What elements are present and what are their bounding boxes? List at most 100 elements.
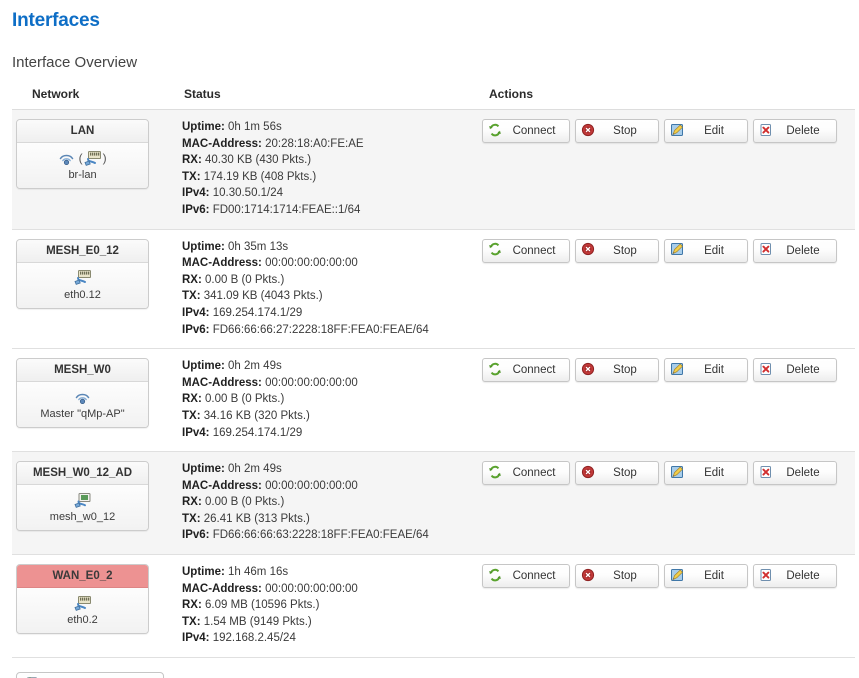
status-rx-value: 0.00 B (0 Pkts.) [205, 273, 285, 286]
status-ipv6-value: FD66:66:66:63:2228:18FF:FEA0:FEAE/64 [212, 529, 429, 542]
delete-button[interactable]: Delete [753, 238, 837, 263]
connect-label: Connect [512, 125, 556, 137]
pencil-icon [670, 465, 684, 482]
status-uptime-value: 0h 2m 49s [228, 360, 282, 373]
interface-device: Master "qMp-AP" [17, 382, 148, 428]
status-ipv6-label: IPv6: [182, 323, 210, 336]
edit-button[interactable]: Edit [664, 119, 748, 143]
status-uptime-label: Uptime: [182, 566, 225, 579]
pencil-icon [670, 123, 684, 140]
stop-button[interactable]: Stop [575, 238, 659, 263]
stop-button[interactable]: Stop [575, 358, 659, 383]
interface-name: MESH_W0_12_AD [17, 462, 148, 486]
status-rx-label: RX: [182, 599, 202, 612]
delete-button[interactable]: Delete [753, 564, 837, 589]
cell-status: Uptime: 0h 2m 49s MAC-Address: 00:00:00:0… [178, 349, 478, 452]
status-rx-value: 0.00 B (0 Pkts.) [205, 393, 285, 406]
table-row: WAN_E0_2 eth0.2 Uptime: 1h 46m 16s MAC-Addr… [12, 554, 855, 658]
status-mac: MAC-Address: 20:28:18:A0:FE:AE [182, 136, 474, 153]
status-rx: RX: 0.00 B (0 Pkts.) [182, 494, 474, 511]
edit-button[interactable]: Edit [664, 564, 748, 589]
pencil-icon [670, 362, 684, 379]
status-ipv6: IPv6: FD66:66:66:63:2228:18FF:FEA0:FEAE/… [182, 527, 474, 544]
status-mac-value: 00:00:00:00:00:00 [265, 479, 358, 492]
refresh-icon [488, 568, 502, 585]
stop-button[interactable]: Stop [575, 461, 659, 486]
delete-label: Delete [786, 125, 820, 137]
edit-button[interactable]: Edit [664, 461, 748, 486]
edit-label: Edit [704, 570, 724, 583]
status-rx-label: RX: [182, 154, 202, 167]
connect-button[interactable]: Connect [482, 119, 570, 143]
status-ipv4-value: 192.168.2.45/24 [212, 632, 296, 645]
icon-parenthesis: ) [102, 151, 107, 165]
interface-box[interactable]: MESH_E0_12 eth0.12 [16, 238, 149, 309]
status-tx-label: TX: [182, 615, 201, 628]
interface-box[interactable]: WAN_E0_2 eth0.2 [16, 564, 149, 635]
delete-button[interactable]: Delete [753, 461, 837, 486]
ethernet-icon [83, 150, 103, 166]
edit-label: Edit [704, 467, 724, 480]
interface-device-label: eth0.12 [64, 288, 101, 301]
cell-network: MESH_W0 Master "qMp-AP" [12, 349, 178, 452]
status-mac: MAC-Address: 00:00:00:00:00:00 [182, 478, 474, 495]
interface-name: WAN_E0_2 [17, 565, 148, 589]
table-body: LAN () br-lan Uptime: 0h 1m 56s MAC-Address… [12, 109, 855, 658]
action-button-row: Connect Stop Edit Delete [482, 564, 851, 589]
status-ipv4-label: IPv4: [182, 306, 210, 319]
connect-button[interactable]: Connect [482, 461, 570, 486]
status-tx-label: TX: [182, 290, 201, 303]
connect-label: Connect [512, 467, 556, 480]
refresh-icon [488, 362, 502, 379]
cell-actions: Connect Stop Edit Delete [478, 555, 855, 658]
add-new-interface-button[interactable]: Add new interface... [16, 672, 165, 678]
edit-label: Edit [704, 364, 724, 377]
table-row: LAN () br-lan Uptime: 0h 1m 56s MAC-Address… [12, 109, 855, 230]
status-tx-value: 341.09 KB (4043 Pkts.) [203, 290, 323, 303]
connect-button[interactable]: Connect [482, 358, 570, 383]
delete-icon [759, 465, 773, 482]
status-ipv4-label: IPv4: [182, 426, 210, 439]
status-rx-label: RX: [182, 496, 202, 509]
table-row: MESH_E0_12 eth0.12 Uptime: 0h 35m 13s MAC-A… [12, 229, 855, 349]
refresh-icon [488, 123, 502, 140]
icon-parenthesis: ( [75, 151, 83, 165]
delete-label: Delete [786, 467, 820, 480]
cell-status: Uptime: 0h 35m 13s MAC-Address: 00:00:00:… [178, 229, 478, 349]
status-mac-label: MAC-Address: [182, 376, 262, 389]
interface-box[interactable]: LAN () br-lan [16, 119, 149, 189]
cell-actions: Connect Stop Edit Delete [478, 229, 855, 349]
connect-label: Connect [512, 244, 556, 257]
ethernet-icon [73, 595, 93, 611]
pencil-icon [670, 568, 684, 585]
interface-box[interactable]: MESH_W0_12_AD mesh_w0_12 [16, 461, 149, 532]
delete-icon [759, 568, 773, 585]
interface-device: () br-lan [17, 143, 148, 188]
interface-device-label: br-lan [68, 169, 97, 181]
stop-button[interactable]: Stop [575, 119, 659, 143]
stop-icon [581, 568, 595, 585]
status-rx: RX: 0.00 B (0 Pkts.) [182, 391, 474, 408]
status-tx: TX: 341.09 KB (4043 Pkts.) [182, 288, 474, 305]
edit-button[interactable]: Edit [664, 238, 748, 263]
delete-label: Delete [786, 244, 820, 257]
action-button-row: Connect Stop Edit Delete [482, 119, 851, 143]
interface-box[interactable]: MESH_W0 Master "qMp-AP" [16, 358, 149, 429]
action-button-row: Connect Stop Edit Delete [482, 358, 851, 383]
delete-button[interactable]: Delete [753, 119, 837, 143]
status-mac-label: MAC-Address: [182, 479, 262, 492]
status-tx-label: TX: [182, 409, 201, 422]
column-header-status: Status [178, 81, 478, 110]
stop-button[interactable]: Stop [575, 564, 659, 589]
cell-status: Uptime: 1h 46m 16s MAC-Address: 00:00:00:… [178, 555, 478, 658]
delete-button[interactable]: Delete [753, 358, 837, 383]
connect-button[interactable]: Connect [482, 238, 570, 263]
status-ipv4: IPv4: 169.254.174.1/29 [182, 305, 474, 322]
status-tx: TX: 34.16 KB (320 Pkts.) [182, 408, 474, 425]
edit-button[interactable]: Edit [664, 358, 748, 383]
stop-icon [581, 362, 595, 379]
connect-button[interactable]: Connect [482, 564, 570, 589]
interface-name: MESH_W0 [17, 359, 148, 383]
status-tx: TX: 26.41 KB (313 Pkts.) [182, 511, 474, 528]
status-rx-value: 6.09 MB (10596 Pkts.) [205, 599, 320, 612]
